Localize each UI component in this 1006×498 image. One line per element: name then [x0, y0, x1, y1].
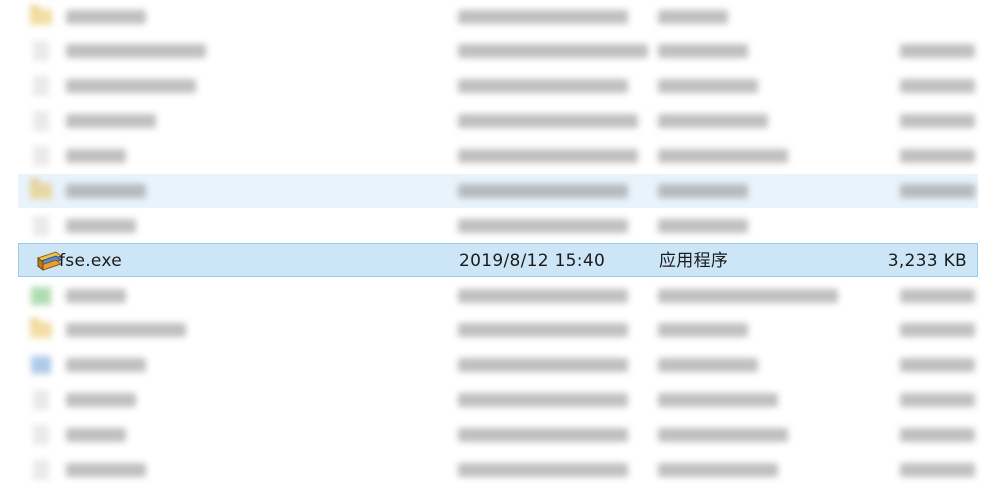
file-list: fse.exe 2019/8/12 15:40 应用程序 3,233 KB [0, 0, 1006, 498]
file-name: fse.exe [59, 251, 122, 271]
file-row-selected[interactable]: fse.exe 2019/8/12 15:40 应用程序 3,233 KB [18, 243, 978, 277]
file-icon [26, 418, 52, 452]
file-row-blurred[interactable] [18, 418, 978, 452]
folder-icon [26, 0, 52, 34]
file-modified-date: 2019/8/12 15:40 [459, 251, 606, 271]
file-icon [26, 69, 52, 103]
file-row-blurred[interactable] [18, 104, 978, 138]
folder-icon [26, 174, 52, 208]
file-icon [26, 34, 52, 68]
file-row-blurred[interactable] [18, 34, 978, 68]
file-row-blurred[interactable] [18, 453, 978, 487]
file-icon [26, 139, 52, 173]
file-row-blurred[interactable] [18, 383, 978, 417]
file-row-blurred[interactable] [18, 279, 978, 313]
file-row-blurred[interactable] [18, 313, 978, 347]
file-size: 3,233 KB [887, 251, 967, 271]
file-row-blurred[interactable] [18, 174, 978, 208]
file-type: 应用程序 [659, 251, 729, 271]
file-row-blurred[interactable] [18, 0, 978, 34]
file-row-blurred[interactable] [18, 348, 978, 382]
file-icon [26, 279, 52, 313]
file-icon [26, 348, 52, 382]
exe-app-icon [27, 244, 62, 278]
file-row-blurred[interactable] [18, 139, 978, 173]
file-icon [26, 383, 52, 417]
file-row-blurred[interactable] [18, 209, 978, 243]
file-row-blurred[interactable] [18, 69, 978, 103]
folder-icon [26, 313, 52, 347]
file-icon [26, 453, 52, 487]
file-icon [26, 209, 52, 243]
file-icon [26, 104, 52, 138]
